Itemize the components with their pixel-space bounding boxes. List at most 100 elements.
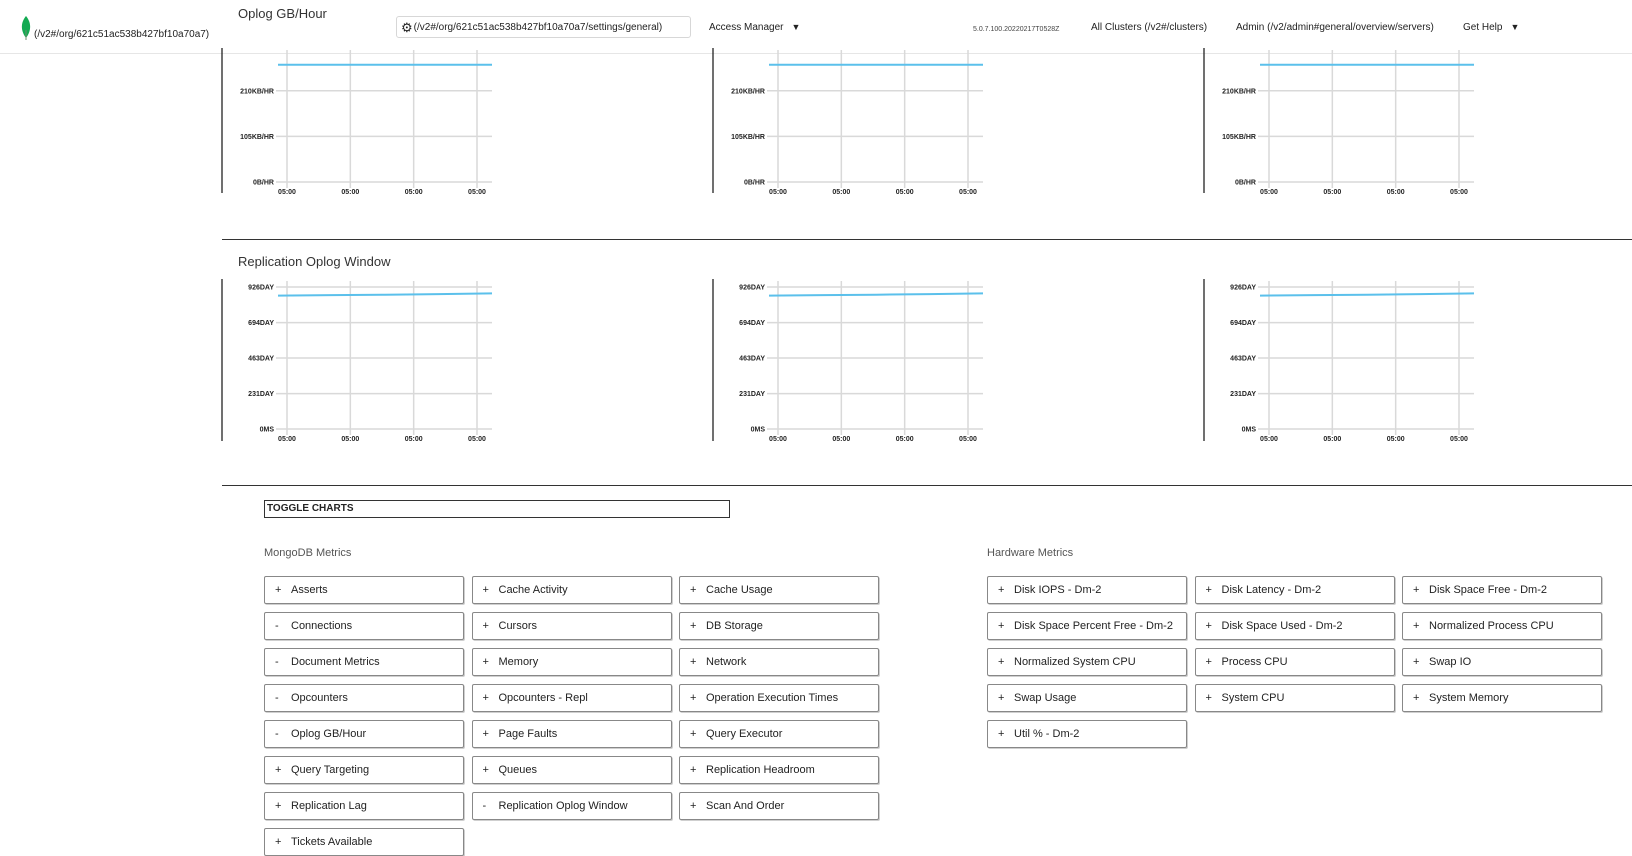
x-tick-label: 05:00 (405, 189, 423, 196)
plus-icon: + (275, 800, 282, 812)
plus-icon: + (1205, 692, 1212, 704)
metric-toggle-button[interactable]: + Disk Space Percent Free - Dm-2 (987, 612, 1187, 640)
metric-toggle-label: Network (706, 656, 747, 668)
y-tick-label: 0B/HR (253, 180, 274, 187)
metric-toggle-label: Page Faults (498, 728, 558, 740)
metric-toggle-label: Disk Latency - Dm-2 (1221, 584, 1322, 596)
toggle-charts-button[interactable]: TOGGLE CHARTS (264, 500, 730, 518)
org-home-link[interactable]: (/v2#/org/621c51ac538b427bf10a70a7) (34, 29, 209, 40)
chart-svg: 0MS 231DAY 463DAY 694DAY 926DAY 05:00 05:00 05:… (712, 279, 984, 443)
mongodb-metrics-label: MongoDB Metrics (264, 547, 352, 559)
y-tick-label: 105KB/HR (240, 134, 274, 141)
metric-toggle-button[interactable]: + Opcounters - Repl (471, 684, 672, 712)
chart-svg: 0MS 231DAY 463DAY 694DAY 926DAY 05:00 05:00 05:… (1203, 279, 1475, 443)
metric-toggle-label: Cursors (498, 620, 538, 632)
x-tick-label: 05:00 (1260, 436, 1278, 443)
metric-toggle-button[interactable]: + Disk Space Free - Dm-2 (1402, 576, 1602, 604)
y-tick-label: 231DAY (248, 391, 274, 398)
metric-toggle-button[interactable]: + Process CPU (1194, 648, 1395, 676)
metric-toggle-button[interactable]: + Page Faults (471, 720, 672, 748)
y-tick-label: 926DAY (248, 285, 274, 292)
x-tick-label: 05:00 (1450, 189, 1468, 196)
minus-icon: - (275, 656, 279, 668)
chart-svg: 0B/HR 105KB/HR 210KB/HR 05:00 05:00 05:00 05:0… (1203, 48, 1474, 196)
y-tick-label: 0B/HR (1235, 180, 1256, 187)
metric-toggle-button[interactable]: + Scan And Order (679, 792, 879, 820)
metric-toggle-button[interactable]: + Disk IOPS - Dm-2 (987, 576, 1187, 604)
metric-toggle-button[interactable]: + Operation Execution Times (679, 684, 879, 712)
metric-toggle-button[interactable]: + Swap IO (1402, 648, 1602, 676)
y-tick-label: 210KB/HR (240, 88, 274, 95)
metric-toggle-label: Replication Lag (291, 800, 367, 812)
y-tick-label: 0MS (260, 427, 275, 434)
plus-icon: + (998, 656, 1005, 668)
caret-down-icon: ▼ (791, 22, 801, 32)
y-tick-label: 105KB/HR (731, 134, 765, 141)
metric-toggle-label: Swap Usage (1014, 692, 1077, 704)
all-clusters-link[interactable]: All Clusters (/v2#/clusters) (1091, 22, 1207, 33)
metric-toggle-label: Queues (498, 764, 538, 776)
org-settings-link[interactable]: ⚙ (/v2#/org/621c51ac538b427bf10a70a7/set… (396, 16, 691, 38)
plus-icon: + (998, 692, 1005, 704)
metric-toggle-button[interactable]: + Query Targeting (264, 756, 464, 784)
plus-icon: + (690, 800, 697, 812)
metric-toggle-button[interactable]: + Tickets Available (264, 828, 464, 856)
metric-toggle-button[interactable]: + Normalized System CPU (987, 648, 1187, 676)
access-manager-label: Access Manager (709, 22, 784, 33)
access-manager-menu[interactable]: Access Manager ▼ (709, 22, 800, 33)
metric-toggle-button[interactable]: + Cache Usage (679, 576, 879, 604)
metric-toggle-button[interactable]: - Opcounters (264, 684, 464, 712)
get-help-menu[interactable]: Get Help ▼ (1463, 22, 1519, 33)
y-tick-label: 463DAY (248, 356, 274, 363)
replication-oplog-chart: 0MS 231DAY 463DAY 694DAY 926DAY 05:00 05:00 05:… (712, 279, 998, 443)
plus-icon: + (1413, 620, 1420, 632)
metric-toggle-button[interactable]: + DB Storage (679, 612, 879, 640)
metric-toggle-button[interactable]: + Disk Space Used - Dm-2 (1194, 612, 1395, 640)
metric-toggle-button[interactable]: + Asserts (264, 576, 464, 604)
minus-icon: - (275, 692, 279, 704)
y-tick-label: 105KB/HR (1222, 134, 1256, 141)
metric-toggle-button[interactable]: + Swap Usage (987, 684, 1187, 712)
section-divider (222, 485, 1632, 486)
x-tick-label: 05:00 (896, 436, 914, 443)
metric-toggle-button[interactable]: + Memory (471, 648, 672, 676)
y-tick-label: 0MS (751, 427, 766, 434)
metric-toggle-button[interactable]: + System CPU (1194, 684, 1395, 712)
metric-toggle-button[interactable]: + System Memory (1402, 684, 1602, 712)
x-tick-label: 05:00 (832, 189, 850, 196)
metric-toggle-label: Normalized Process CPU (1429, 620, 1554, 632)
admin-link[interactable]: Admin (/v2/admin#general/overview/server… (1236, 22, 1434, 33)
metric-toggle-label: Cache Usage (706, 584, 773, 596)
section-divider (222, 239, 1632, 240)
metric-toggle-button[interactable]: + Normalized Process CPU (1402, 612, 1602, 640)
plus-icon: + (1205, 620, 1212, 632)
y-tick-label: 926DAY (1230, 285, 1256, 292)
plus-icon: + (690, 656, 697, 668)
mongodb-leaf-icon[interactable] (20, 16, 32, 40)
series-line (1259, 292, 1475, 297)
x-tick-label: 05:00 (959, 189, 977, 196)
plus-icon: + (690, 764, 697, 776)
plus-icon: + (1413, 656, 1420, 668)
metric-toggle-button[interactable]: + Queues (471, 756, 672, 784)
metric-toggle-label: DB Storage (706, 620, 763, 632)
metric-toggle-button[interactable]: + Cache Activity (471, 576, 672, 604)
metric-toggle-button[interactable]: + Query Executor (679, 720, 879, 748)
replication-oplog-chart: 0MS 231DAY 463DAY 694DAY 926DAY 05:00 05:00 05:… (1203, 279, 1489, 443)
caret-down-icon: ▼ (1510, 22, 1520, 32)
metric-toggle-button[interactable]: + Cursors (471, 612, 672, 640)
x-tick-label: 05:00 (1450, 436, 1468, 443)
y-tick-label: 210KB/HR (1222, 88, 1256, 95)
metric-toggle-button[interactable]: - Oplog GB/Hour (264, 720, 464, 748)
metric-toggle-button[interactable]: + Network (679, 648, 879, 676)
metric-toggle-button[interactable]: + Disk Latency - Dm-2 (1194, 576, 1395, 604)
metric-toggle-button[interactable]: + Replication Headroom (679, 756, 879, 784)
metric-toggle-button[interactable]: - Replication Oplog Window (471, 792, 672, 820)
x-tick-label: 05:00 (1323, 436, 1341, 443)
minus-icon: - (482, 800, 487, 812)
metric-toggle-button[interactable]: + Util % - Dm-2 (987, 720, 1187, 748)
metric-toggle-label: Scan And Order (706, 800, 785, 812)
metric-toggle-button[interactable]: - Connections (264, 612, 464, 640)
metric-toggle-button[interactable]: - Document Metrics (264, 648, 464, 676)
metric-toggle-button[interactable]: + Replication Lag (264, 792, 464, 820)
